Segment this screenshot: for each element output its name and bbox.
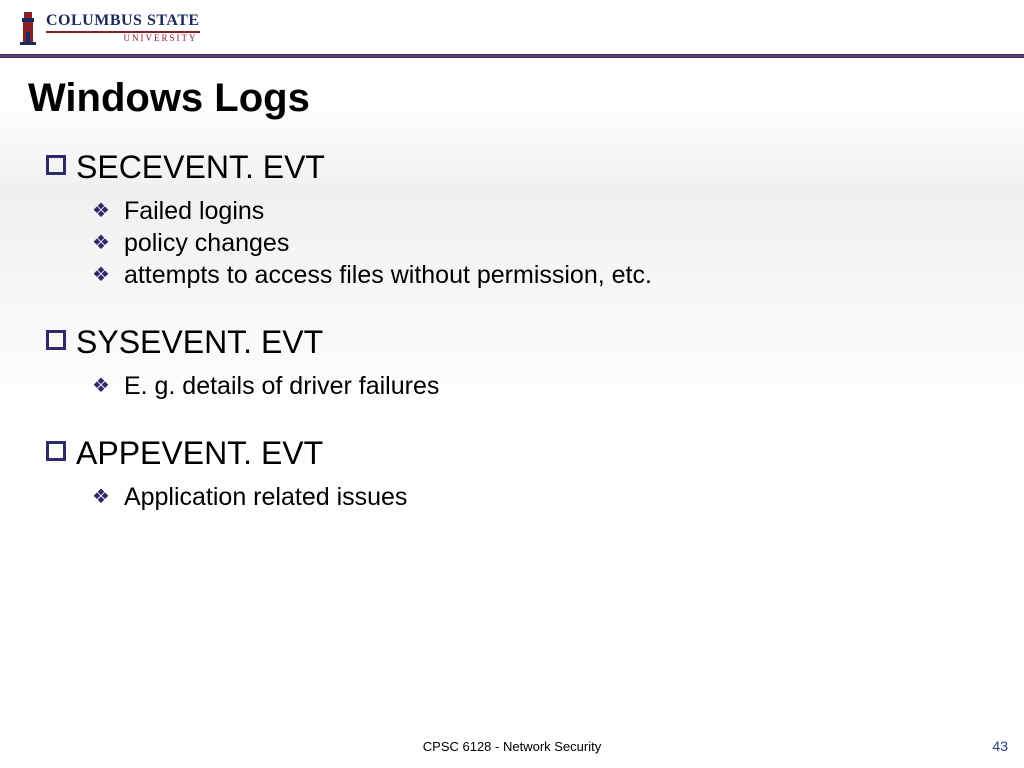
footer-course: CPSC 6128 - Network Security (0, 739, 1024, 754)
diamond-bullet-icon: ❖ (92, 371, 110, 401)
square-bullet-icon (46, 441, 66, 461)
section-sysevent: SYSEVENT. EVT ❖ E. g. details of driver … (28, 324, 996, 401)
university-tower-icon (18, 10, 38, 46)
section-header: SECEVENT. EVT (46, 149, 996, 186)
slide-title: Windows Logs (28, 76, 996, 121)
item-text: attempts to access files without permiss… (124, 260, 652, 290)
section-heading: APPEVENT. EVT (76, 435, 323, 472)
item-text: E. g. details of driver failures (124, 371, 439, 401)
list-item: ❖ E. g. details of driver failures (92, 371, 996, 401)
section-items: ❖ Failed logins ❖ policy changes ❖ attem… (92, 196, 996, 290)
logo-line-1: COLUMBUS STATE (46, 13, 200, 29)
item-text: policy changes (124, 228, 289, 258)
diamond-bullet-icon: ❖ (92, 228, 110, 258)
list-item: ❖ policy changes (92, 228, 996, 258)
item-text: Application related issues (124, 482, 408, 512)
section-secevent: SECEVENT. EVT ❖ Failed logins ❖ policy c… (28, 149, 996, 290)
section-items: ❖ Application related issues (92, 482, 996, 512)
diamond-bullet-icon: ❖ (92, 482, 110, 512)
footer-page-number: 43 (992, 738, 1008, 754)
diamond-bullet-icon: ❖ (92, 260, 110, 290)
section-items: ❖ E. g. details of driver failures (92, 371, 996, 401)
list-item: ❖ attempts to access files without permi… (92, 260, 996, 290)
university-logo-text: COLUMBUS STATE UNIVERSITY (46, 13, 200, 43)
section-heading: SECEVENT. EVT (76, 149, 325, 186)
slide-content: Windows Logs SECEVENT. EVT ❖ Failed logi… (0, 58, 1024, 512)
square-bullet-icon (46, 155, 66, 175)
logo-line-2: UNIVERSITY (46, 34, 200, 43)
square-bullet-icon (46, 330, 66, 350)
diamond-bullet-icon: ❖ (92, 196, 110, 226)
section-heading: SYSEVENT. EVT (76, 324, 323, 361)
section-header: SYSEVENT. EVT (46, 324, 996, 361)
section-appevent: APPEVENT. EVT ❖ Application related issu… (28, 435, 996, 512)
list-item: ❖ Failed logins (92, 196, 996, 226)
section-header: APPEVENT. EVT (46, 435, 996, 472)
header: COLUMBUS STATE UNIVERSITY (0, 0, 1024, 52)
item-text: Failed logins (124, 196, 264, 226)
list-item: ❖ Application related issues (92, 482, 996, 512)
